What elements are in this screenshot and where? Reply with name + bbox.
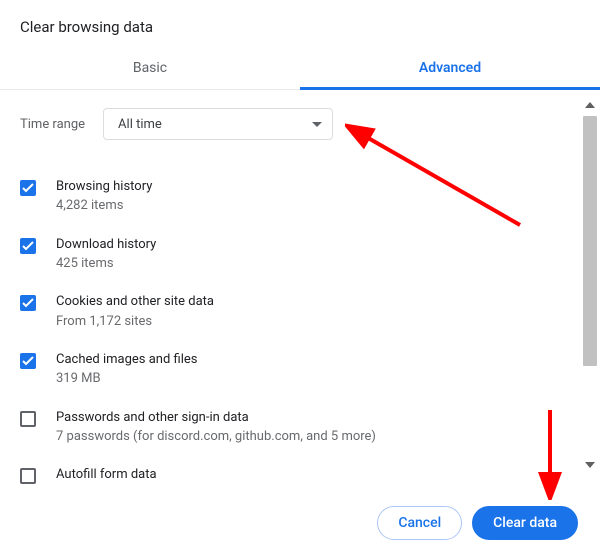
option-checkbox[interactable] (20, 468, 36, 484)
option-sublabel: 425 items (56, 254, 156, 274)
options-list: Browsing history4,282 items Download hist… (20, 168, 572, 495)
option-checkbox[interactable] (20, 411, 36, 427)
option-texts: Browsing history4,282 items (56, 178, 152, 216)
tab-advanced[interactable]: Advanced (300, 48, 600, 89)
time-range-row: Time range All time (20, 108, 572, 140)
option-checkbox[interactable] (20, 295, 36, 311)
option-sublabel: 4,282 items (56, 196, 152, 216)
option-sublabel: From 1,172 sites (56, 312, 214, 332)
option-row: Download history425 items (20, 226, 572, 284)
option-texts: Cached images and files319 MB (56, 351, 197, 389)
option-label: Download history (56, 236, 156, 254)
tab-basic[interactable]: Basic (0, 48, 300, 89)
time-range-label: Time range (20, 117, 85, 132)
cancel-button[interactable]: Cancel (377, 506, 462, 540)
option-label: Cached images and files (56, 351, 197, 369)
option-label: Browsing history (56, 178, 152, 196)
option-row: Cookies and other site dataFrom 1,172 si… (20, 283, 572, 341)
option-sublabel: 319 MB (56, 369, 197, 389)
option-texts: Cookies and other site dataFrom 1,172 si… (56, 293, 214, 331)
option-row: Browsing history4,282 items (20, 168, 572, 226)
content-viewport: Time range All time Browsing history4,28… (0, 90, 600, 480)
tab-bar: Basic Advanced (0, 48, 600, 90)
option-row: Cached images and files319 MB (20, 341, 572, 399)
option-texts: Passwords and other sign-in data7 passwo… (56, 409, 376, 447)
option-checkbox[interactable] (20, 353, 36, 369)
option-row: Passwords and other sign-in data7 passwo… (20, 399, 572, 457)
option-sublabel: 7 passwords (for discord.com, github.com… (56, 427, 376, 447)
option-label: Cookies and other site data (56, 293, 214, 311)
dialog-footer: Cancel Clear data (0, 493, 600, 553)
option-label: Autofill form data (56, 466, 157, 484)
content: Time range All time Browsing history4,28… (0, 90, 600, 495)
option-checkbox[interactable] (20, 180, 36, 196)
time-range-select[interactable]: All time (103, 108, 333, 140)
clear-data-button[interactable]: Clear data (472, 506, 578, 540)
scrollbar[interactable] (583, 96, 597, 474)
scroll-up-icon[interactable] (583, 98, 597, 112)
option-texts: Download history425 items (56, 236, 156, 274)
time-range-value: All time (118, 117, 162, 132)
scroll-thumb[interactable] (583, 116, 597, 366)
option-label: Passwords and other sign-in data (56, 409, 376, 427)
option-row: Autofill form data (20, 456, 572, 494)
option-texts: Autofill form data (56, 466, 157, 484)
option-checkbox[interactable] (20, 238, 36, 254)
scroll-down-icon[interactable] (583, 458, 597, 472)
dialog-title: Clear browsing data (0, 0, 600, 48)
chevron-down-icon (312, 122, 322, 127)
